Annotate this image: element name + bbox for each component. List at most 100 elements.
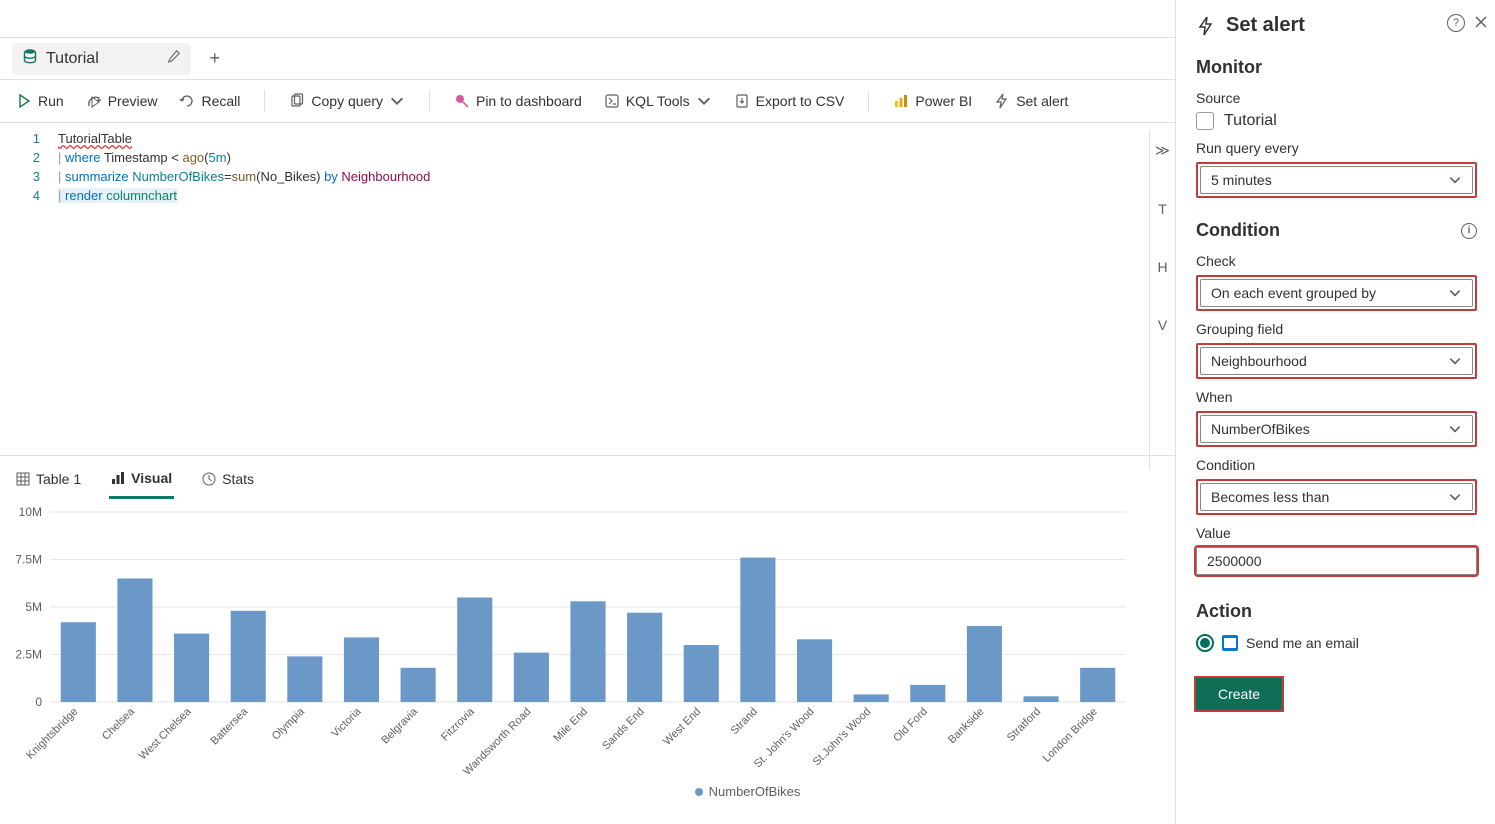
source-value: Tutorial <box>1224 112 1277 130</box>
group-value: Neighbourhood <box>1211 353 1307 369</box>
email-radio[interactable]: Send me an email <box>1196 634 1477 652</box>
legend-label: NumberOfBikes <box>709 784 801 799</box>
bolt-icon <box>1196 16 1216 36</box>
tab-stats[interactable]: Stats <box>200 461 256 497</box>
value-input[interactable]: 2500000 <box>1196 547 1477 575</box>
tab-label: Tutorial <box>46 50 99 68</box>
when-select[interactable]: NumberOfBikes <box>1196 411 1477 447</box>
value-label: Value <box>1196 525 1477 541</box>
preview-label: Preview <box>108 93 158 109</box>
run-value: 5 minutes <box>1211 172 1272 188</box>
cond-value: Becomes less than <box>1211 489 1329 505</box>
svg-text:5M: 5M <box>25 600 42 614</box>
alert-label: Set alert <box>1016 93 1068 109</box>
tab-stats-label: Stats <box>222 471 254 487</box>
copy-icon <box>289 93 305 109</box>
preview-icon <box>86 93 102 109</box>
svg-text:0: 0 <box>35 695 42 709</box>
cond-label: Condition <box>1196 457 1477 473</box>
recall-button[interactable]: Recall <box>175 91 244 111</box>
svg-text:Stratford: Stratford <box>1005 706 1043 744</box>
pencil-icon[interactable] <box>167 49 181 68</box>
chart-icon <box>111 471 125 485</box>
svg-text:Battersea: Battersea <box>209 705 251 747</box>
run-button[interactable]: Run <box>12 91 68 111</box>
run-label: Run <box>38 93 64 109</box>
svg-text:Bankside: Bankside <box>946 706 986 746</box>
source-icon <box>1196 112 1214 130</box>
chevron-down-icon <box>1448 490 1462 504</box>
clock-icon <box>202 472 216 486</box>
set-alert-panel: ? Set alert Monitor Source Tutorial Run … <box>1175 0 1495 824</box>
check-select[interactable]: On each event grouped by <box>1196 275 1477 311</box>
export-csv-button[interactable]: Export to CSV <box>730 91 849 111</box>
tray-v: V <box>1158 317 1167 333</box>
powerbi-icon <box>893 93 909 109</box>
info-icon[interactable]: i <box>1461 223 1477 239</box>
run-label: Run query every <box>1196 140 1477 156</box>
tab-tutorial[interactable]: Tutorial <box>12 43 191 75</box>
svg-text:West Chelsea: West Chelsea <box>137 705 194 762</box>
tab-table-label: Table 1 <box>36 471 81 487</box>
svg-text:Mile End: Mile End <box>551 706 590 745</box>
radio-checked-icon <box>1196 634 1214 652</box>
recall-icon <box>179 93 195 109</box>
when-label: When <box>1196 389 1477 405</box>
panel-title: Set alert <box>1196 14 1477 37</box>
monitor-section: Monitor <box>1196 57 1477 78</box>
set-alert-toolbar-button[interactable]: Set alert <box>990 91 1072 111</box>
create-button[interactable]: Create <box>1196 678 1282 710</box>
chevron-down-icon <box>1448 173 1462 187</box>
group-label: Grouping field <box>1196 321 1477 337</box>
svg-text:London Bridge: London Bridge <box>1041 706 1100 765</box>
new-tab-button[interactable]: + <box>201 45 229 73</box>
svg-text:Old Ford: Old Ford <box>891 706 930 745</box>
svg-text:Strand: Strand <box>729 706 760 737</box>
line-gutter: 1234 <box>0 123 50 455</box>
power-bi-button[interactable]: Power BI <box>889 91 976 111</box>
value-text: 2500000 <box>1207 553 1262 569</box>
side-tray: ≫ T H V <box>1149 130 1175 470</box>
kql-tools-button[interactable]: KQL Tools <box>600 91 716 111</box>
tab-table[interactable]: Table 1 <box>14 461 83 497</box>
play-icon <box>16 93 32 109</box>
svg-text:10M: 10M <box>19 505 42 519</box>
preview-button[interactable]: Preview <box>82 91 162 111</box>
copy-query-button[interactable]: Copy query <box>285 91 409 111</box>
tab-visual-label: Visual <box>131 470 172 486</box>
recall-label: Recall <box>201 93 240 109</box>
svg-text:2.5M: 2.5M <box>15 648 42 662</box>
chevron-down-icon <box>1448 422 1462 436</box>
pin-label: Pin to dashboard <box>476 93 582 109</box>
kql-icon <box>604 93 620 109</box>
svg-text:Sands End: Sands End <box>600 706 647 753</box>
svg-text:Victoria: Victoria <box>329 705 364 740</box>
svg-text:West End: West End <box>661 706 703 748</box>
chevron-down-icon <box>1448 354 1462 368</box>
pin-button[interactable]: Pin to dashboard <box>450 91 586 111</box>
condition-select[interactable]: Becomes less than <box>1196 479 1477 515</box>
tray-h: H <box>1157 259 1167 275</box>
tab-visual[interactable]: Visual <box>109 460 174 499</box>
kql-label: KQL Tools <box>626 93 690 109</box>
database-icon <box>22 48 38 69</box>
check-value: On each event grouped by <box>1211 285 1376 301</box>
svg-text:Chelsea: Chelsea <box>100 705 138 743</box>
info-icon[interactable]: ? <box>1447 14 1465 32</box>
pin-icon <box>454 93 470 109</box>
tray-expand-icon[interactable]: ≫ <box>1155 142 1170 159</box>
chevron-down-icon <box>1448 286 1462 300</box>
grouping-select[interactable]: Neighbourhood <box>1196 343 1477 379</box>
check-label: Check <box>1196 253 1477 269</box>
legend-swatch <box>695 788 703 796</box>
svg-text:St. John's Wood: St. John's Wood <box>752 706 817 771</box>
svg-text:Belgravia: Belgravia <box>379 705 421 747</box>
svg-text:Knightsbridge: Knightsbridge <box>24 706 80 762</box>
email-label: Send me an email <box>1246 635 1359 651</box>
close-icon[interactable] <box>1473 14 1489 30</box>
bolt-icon <box>994 93 1010 109</box>
svg-text:Olympia: Olympia <box>270 705 308 743</box>
svg-text:Fitzrovia: Fitzrovia <box>439 705 477 743</box>
run-interval-select[interactable]: 5 minutes <box>1196 162 1477 198</box>
copy-label: Copy query <box>311 93 383 109</box>
